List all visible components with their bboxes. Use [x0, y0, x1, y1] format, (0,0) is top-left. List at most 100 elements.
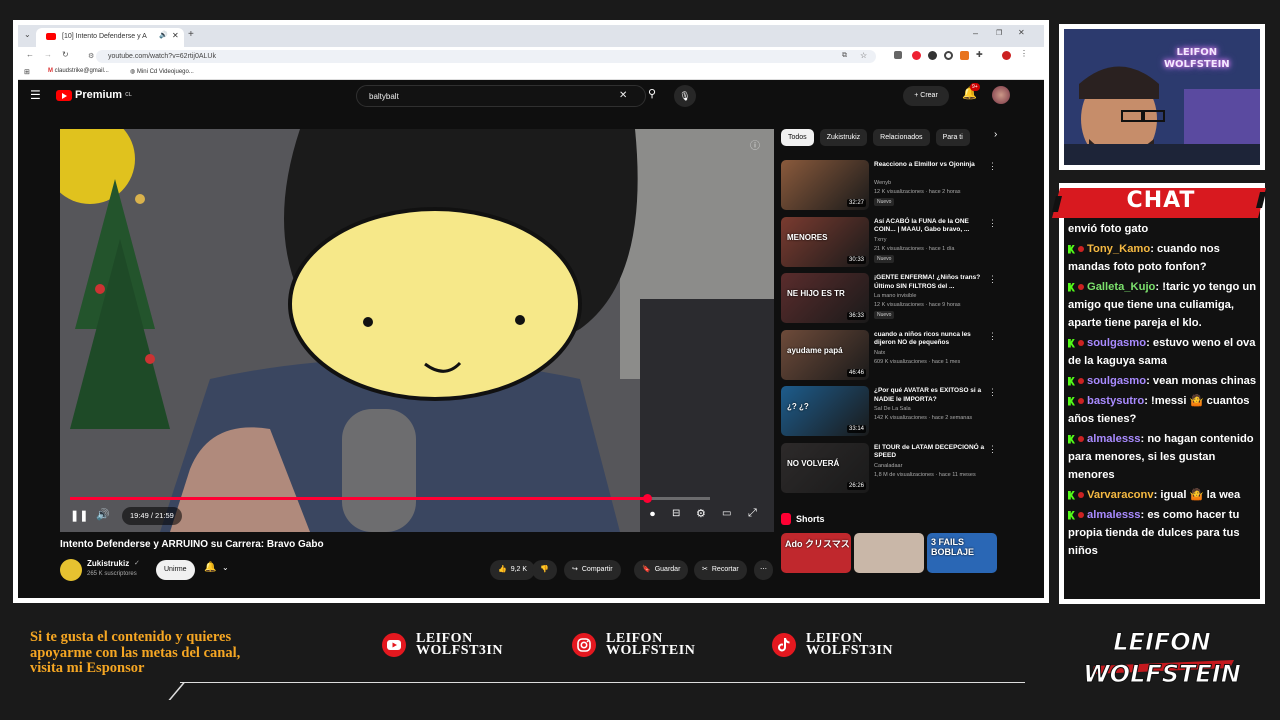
more-actions-button[interactable]: ⋯	[754, 560, 773, 580]
video-player[interactable]: ⓘ ❚❚ 🔊 19:49 / 21:59 ⏺ ⊟ ⚙ ▭ ⤢	[60, 129, 774, 532]
extension-orange-icon[interactable]	[960, 51, 969, 60]
voice-search-icon[interactable]: 🎙	[674, 85, 696, 107]
autoplay-toggle-icon[interactable]: ⏺	[650, 509, 655, 520]
chat-username[interactable]: Galleta_Kujo	[1087, 281, 1155, 293]
chevron-right-icon[interactable]: ›	[994, 129, 997, 140]
install-icon[interactable]: ⧉	[842, 52, 847, 60]
recommendation-item[interactable]: NE HIJO ES TR 36:33 ¡GENTE ENFERMA! ¿Niñ…	[781, 273, 1013, 325]
chat-username[interactable]: almalesss	[1087, 509, 1141, 521]
recommendation-channel[interactable]: Canaladaar	[874, 463, 902, 469]
subtitles-icon[interactable]: ⊟	[672, 508, 680, 519]
more-options-icon[interactable]: ⋮	[988, 387, 997, 398]
recommendation-thumbnail[interactable]: MENORES 30:33	[781, 216, 869, 267]
recommendation-title[interactable]: Reacciono a Elmillor vs Ojoninja	[874, 161, 986, 170]
youtube-logo[interactable]: Premium CL	[56, 89, 132, 101]
extension-circle-icon[interactable]	[944, 51, 953, 60]
miniplayer-icon[interactable]: ▭	[722, 508, 731, 519]
search-clear-icon[interactable]: ✕	[619, 90, 627, 101]
chat-username[interactable]: soulgasmo	[1087, 375, 1146, 387]
chip-todos[interactable]: Todos	[781, 129, 814, 146]
more-options-icon[interactable]: ⋮	[988, 274, 997, 285]
extension-red-icon[interactable]	[912, 51, 921, 60]
short-thumbnail[interactable]: 3 FAILS BOBLAJE	[927, 533, 997, 573]
chip-channel[interactable]: Zukistrukiz	[819, 129, 868, 146]
recommendation-title[interactable]: El TOUR de LATAM DECEPCIONÓ a SPEED	[874, 444, 986, 461]
short-thumbnail[interactable]: Ado クリスマス	[781, 533, 851, 573]
recommendation-title[interactable]: ¡GENTE ENFERMA! ¿Niños trans? Último SIN…	[874, 274, 986, 291]
recommendation-thumbnail[interactable]: ¿? ¿? 33:14	[781, 386, 869, 436]
minimize-icon[interactable]: –	[973, 28, 978, 38]
recommendation-channel[interactable]: Txrry	[874, 237, 887, 243]
forward-icon[interactable]: →	[44, 50, 52, 59]
recommendation-item[interactable]: MENORES 30:33 Así ACABÓ la FUNA de la ON…	[781, 216, 1013, 269]
channel-avatar[interactable]	[60, 559, 82, 581]
short-thumbnail[interactable]	[854, 533, 924, 573]
dislike-button[interactable]: 👎	[532, 560, 557, 580]
share-button[interactable]: ↪ Compartir	[564, 560, 621, 580]
search-icon[interactable]: ⚲	[648, 87, 656, 100]
chat-username[interactable]: almalesss	[1087, 433, 1141, 445]
reload-icon[interactable]: ↻	[62, 50, 69, 59]
chat-username[interactable]: bastysutro	[1087, 395, 1144, 407]
more-options-icon[interactable]: ⋮	[988, 444, 997, 455]
info-icon[interactable]: ⓘ	[750, 137, 760, 152]
clip-button[interactable]: ✂ Recortar	[694, 560, 747, 580]
recommendation-thumbnail[interactable]: 32:27	[781, 160, 869, 210]
volume-icon[interactable]: 🔊	[96, 508, 110, 521]
new-tab-icon[interactable]: +	[188, 29, 194, 40]
hamburger-menu-icon[interactable]: ☰	[30, 88, 41, 102]
account-avatar[interactable]	[992, 86, 1010, 104]
recommendation-item[interactable]: NO VOLVERÁ 26:26 El TOUR de LATAM DECEPC…	[781, 442, 1013, 495]
more-options-icon[interactable]: ⋮	[988, 331, 997, 342]
tab-close-icon[interactable]: ✕	[172, 31, 179, 40]
recommendation-channel[interactable]: La mano invisible	[874, 293, 917, 299]
more-options-icon[interactable]: ⋮	[988, 161, 997, 172]
extensions-puzzle-icon[interactable]: ✚	[976, 50, 983, 59]
subscribe-bell-icon[interactable]: 🔔	[204, 562, 216, 573]
recommendation-channel[interactable]: Natx	[874, 350, 885, 356]
progress-bar[interactable]	[70, 494, 710, 503]
like-button[interactable]: 👍 9,2 K	[490, 560, 536, 580]
join-button[interactable]: Unirme	[156, 560, 195, 580]
site-info-icon[interactable]: ⚙	[88, 52, 94, 60]
bookmark-gmail[interactable]: M claudstrike@gmail...	[48, 68, 109, 74]
save-button[interactable]: 🔖 Guardar	[634, 560, 689, 580]
recommendation-item[interactable]: ayudame papá 46:46 cuando a niños ricos …	[781, 329, 1013, 382]
chip-related[interactable]: Relacionados	[873, 129, 930, 146]
url-field[interactable]: ⚙ youtube.com/watch?v=62rtij0ALUk ⧉ ☆	[88, 50, 876, 63]
recommendation-title[interactable]: ¿Por qué AVATAR es EXITOSO si a NADIE le…	[874, 387, 986, 404]
tab-list-icon[interactable]: ⌄	[24, 30, 31, 39]
create-button[interactable]: + Crear	[903, 86, 949, 106]
browser-menu-icon[interactable]: ⋮	[1020, 49, 1028, 58]
recommendation-channel[interactable]: Wenyb	[874, 180, 891, 186]
bookmark-star-icon[interactable]: ☆	[860, 51, 867, 60]
pause-icon[interactable]: ❚❚	[70, 509, 88, 522]
chat-username[interactable]: Tony_Kamo	[1087, 243, 1150, 255]
window-close-icon[interactable]: ✕	[1018, 28, 1025, 37]
recommendation-title[interactable]: Así ACABÓ la FUNA de la ONE COIN... | MA…	[874, 218, 986, 235]
bookmark-minicd[interactable]: ◍ Mini Cd Videojuego...	[130, 68, 194, 75]
profile-avatar-icon[interactable]	[1002, 51, 1011, 60]
tab-audio-icon[interactable]: 🔊	[159, 31, 168, 39]
search-input[interactable]: baltybalt ✕	[356, 85, 646, 107]
recommendation-item[interactable]: ¿? ¿? 33:14 ¿Por qué AVATAR es EXITOSO s…	[781, 386, 1013, 438]
recommendation-item[interactable]: 32:27 Reacciono a Elmillor vs Ojoninja W…	[781, 160, 1013, 212]
channel-name[interactable]: Zukistrukiz	[87, 559, 129, 568]
chat-username[interactable]: soulgasmo	[1087, 337, 1146, 349]
browser-tab-active[interactable]: [10] Intento Defenderse y A 🔊 ✕	[36, 28, 184, 47]
apps-grid-icon[interactable]: ⊞	[24, 68, 30, 76]
chat-username[interactable]: Varvaraconv	[1087, 489, 1154, 501]
chip-for-you[interactable]: Para ti	[935, 129, 970, 146]
maximize-icon[interactable]: ❐	[996, 29, 1002, 37]
chevron-down-icon[interactable]: ⌄	[222, 563, 229, 572]
recommendation-channel[interactable]: Sal De La Sala	[874, 406, 911, 412]
back-icon[interactable]: ←	[26, 50, 34, 59]
more-options-icon[interactable]: ⋮	[988, 218, 997, 229]
recommendation-thumbnail[interactable]: NO VOLVERÁ 26:26	[781, 442, 869, 493]
recommendation-thumbnail[interactable]: ayudame papá 46:46	[781, 329, 869, 380]
fullscreen-icon[interactable]: ⤢	[748, 507, 757, 520]
recommendation-title[interactable]: cuando a niños ricos nunca les dijeron N…	[874, 331, 986, 348]
extension-icon[interactable]	[894, 51, 902, 59]
settings-gear-icon[interactable]: ⚙	[696, 507, 706, 520]
recommendation-thumbnail[interactable]: NE HIJO ES TR 36:33	[781, 273, 869, 323]
